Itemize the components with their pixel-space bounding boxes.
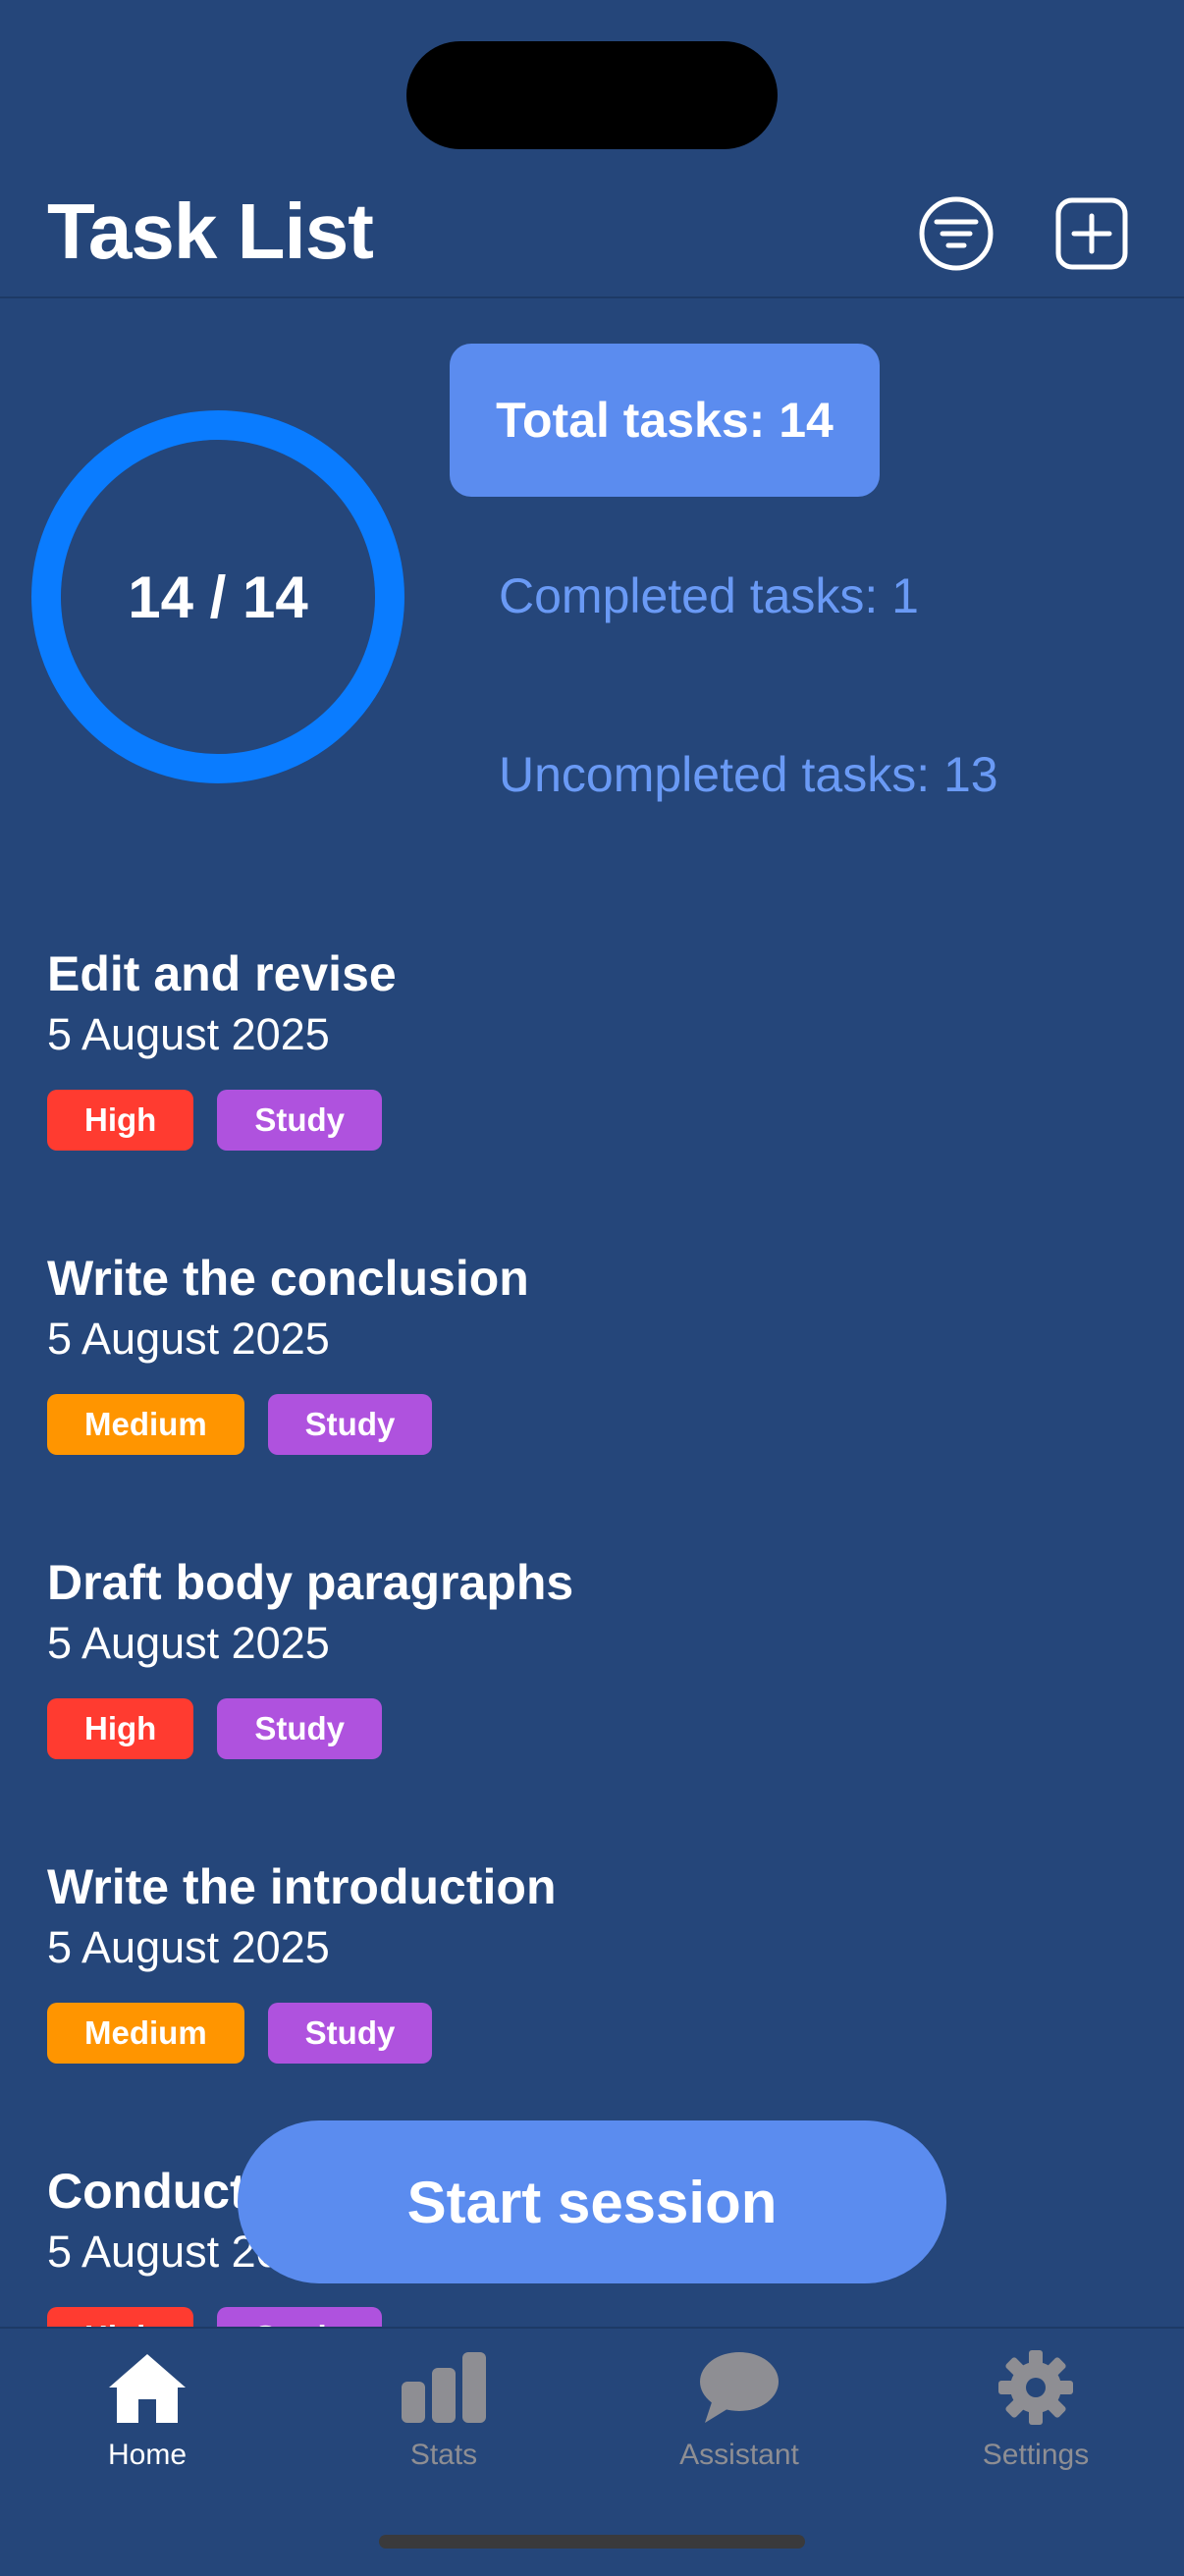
- task-item[interactable]: Draft body paragraphs 5 August 2025 High…: [47, 1553, 1127, 1759]
- speech-bubble-icon: [700, 2352, 779, 2423]
- tab-settings-label: Settings: [982, 2439, 1090, 2471]
- tab-settings[interactable]: Settings: [888, 2348, 1183, 2486]
- progress-ring: 14 / 14: [31, 410, 404, 783]
- tab-home[interactable]: Home: [0, 2348, 295, 2486]
- dynamic-island: [406, 41, 778, 149]
- filter-button[interactable]: [917, 194, 996, 273]
- plus-square-icon: [1055, 197, 1128, 270]
- nav-header: Task List: [0, 157, 1184, 298]
- task-date: 5 August 2025: [47, 1922, 330, 1972]
- tab-home-label: Home: [107, 2439, 188, 2471]
- task-date: 5 August 2025: [47, 1618, 330, 1668]
- progress-ring-label: 14 / 14: [128, 564, 308, 630]
- house-icon: [109, 2354, 186, 2423]
- tab-assistant-label: Assistant: [679, 2439, 799, 2471]
- tab-stats[interactable]: Stats: [296, 2348, 591, 2486]
- task-title: Draft body paragraphs: [47, 1555, 574, 1610]
- start-session-button[interactable]: Start session: [238, 2120, 946, 2283]
- task-title: Write the introduction: [47, 1859, 557, 1914]
- page-title: Task List: [47, 188, 374, 275]
- task-title: Edit and revise: [47, 946, 397, 1001]
- priority-tag: High: [47, 1090, 194, 1151]
- filter-circle-icon: [919, 196, 994, 271]
- completed-tasks-label[interactable]: Completed tasks: 1: [499, 567, 919, 624]
- task-date: 5 August 2025: [47, 1314, 330, 1364]
- category-tag: Study: [267, 2003, 433, 2064]
- add-task-button[interactable]: [1052, 194, 1131, 273]
- tab-assistant[interactable]: Assistant: [592, 2348, 887, 2486]
- uncompleted-tasks-label[interactable]: Uncompleted tasks: 13: [499, 746, 998, 803]
- priority-tag: Medium: [47, 1394, 244, 1455]
- total-tasks-badge[interactable]: Total tasks: 14: [450, 344, 880, 497]
- task-date: 5 August 2025: [47, 1009, 330, 1059]
- category-tag: Study: [217, 1090, 382, 1151]
- home-indicator: [379, 2535, 805, 2549]
- task-item[interactable]: Write the conclusion 5 August 2025 Mediu…: [47, 1249, 1127, 1455]
- task-title: Write the conclusion: [47, 1251, 529, 1306]
- tab-stats-label: Stats: [409, 2439, 478, 2471]
- category-tag: Study: [267, 1394, 433, 1455]
- task-item[interactable]: Write the introduction 5 August 2025 Med…: [47, 1857, 1127, 2064]
- gear-icon: [998, 2350, 1073, 2425]
- priority-tag: High: [47, 1698, 194, 1759]
- bar-chart-icon: [402, 2352, 486, 2423]
- task-item[interactable]: Edit and revise 5 August 2025 High Study: [47, 944, 1127, 1151]
- category-tag: Study: [217, 1698, 382, 1759]
- priority-tag: Medium: [47, 2003, 244, 2064]
